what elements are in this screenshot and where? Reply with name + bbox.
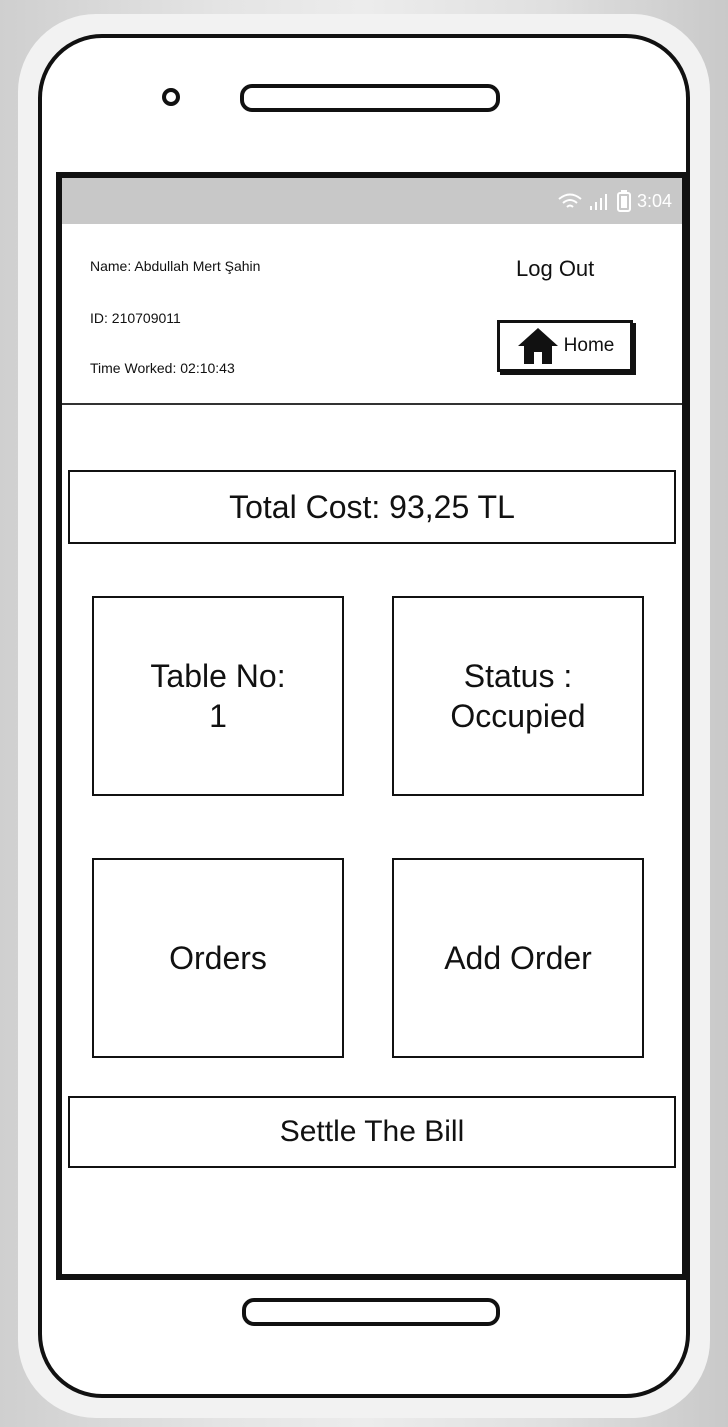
home-button-label: Home xyxy=(563,335,615,356)
speaker-slot xyxy=(240,84,500,112)
home-icon xyxy=(517,328,558,364)
settle-bill-label: Settle The Bill xyxy=(279,1115,465,1148)
add-order-label: Add Order xyxy=(444,940,592,976)
table-number-tile: Table No: 1 xyxy=(92,596,344,796)
camera-icon xyxy=(162,88,180,106)
employee-id: ID: 210709011 xyxy=(90,310,181,326)
signal-icon xyxy=(589,194,607,210)
battery-icon xyxy=(616,190,631,212)
phone-screen: 3:04 Name: Abdullah Mert Şahin ID: 21070… xyxy=(56,172,688,1280)
table-status-tile: Status : Occupied xyxy=(392,596,644,796)
add-order-button[interactable]: Add Order xyxy=(392,858,644,1058)
table-number-value: 1 xyxy=(209,698,227,734)
status-bar: 3:04 xyxy=(62,178,682,224)
orders-label: Orders xyxy=(169,940,267,976)
header-divider xyxy=(62,403,682,405)
status-time: 3:04 xyxy=(636,190,672,211)
orders-button[interactable]: Orders xyxy=(92,858,344,1058)
time-worked: Time Worked: 02:10:43 xyxy=(90,360,235,376)
wifi-icon xyxy=(558,193,582,208)
status-label: Status : xyxy=(463,658,573,694)
status-value: Occupied xyxy=(450,698,586,734)
table-number-label: Table No: xyxy=(150,658,286,694)
hardware-home-button[interactable] xyxy=(242,1298,500,1326)
status-icons: 3:04 xyxy=(557,189,672,213)
home-button[interactable]: Home xyxy=(497,320,633,372)
total-cost-box: Total Cost: 93,25 TL xyxy=(68,470,676,544)
settle-bill-button[interactable]: Settle The Bill xyxy=(68,1096,676,1168)
employee-name: Name: Abdullah Mert Şahin xyxy=(90,258,261,274)
total-cost-text: Total Cost: 93,25 TL xyxy=(229,488,515,525)
logout-link[interactable]: Log Out xyxy=(516,256,594,282)
